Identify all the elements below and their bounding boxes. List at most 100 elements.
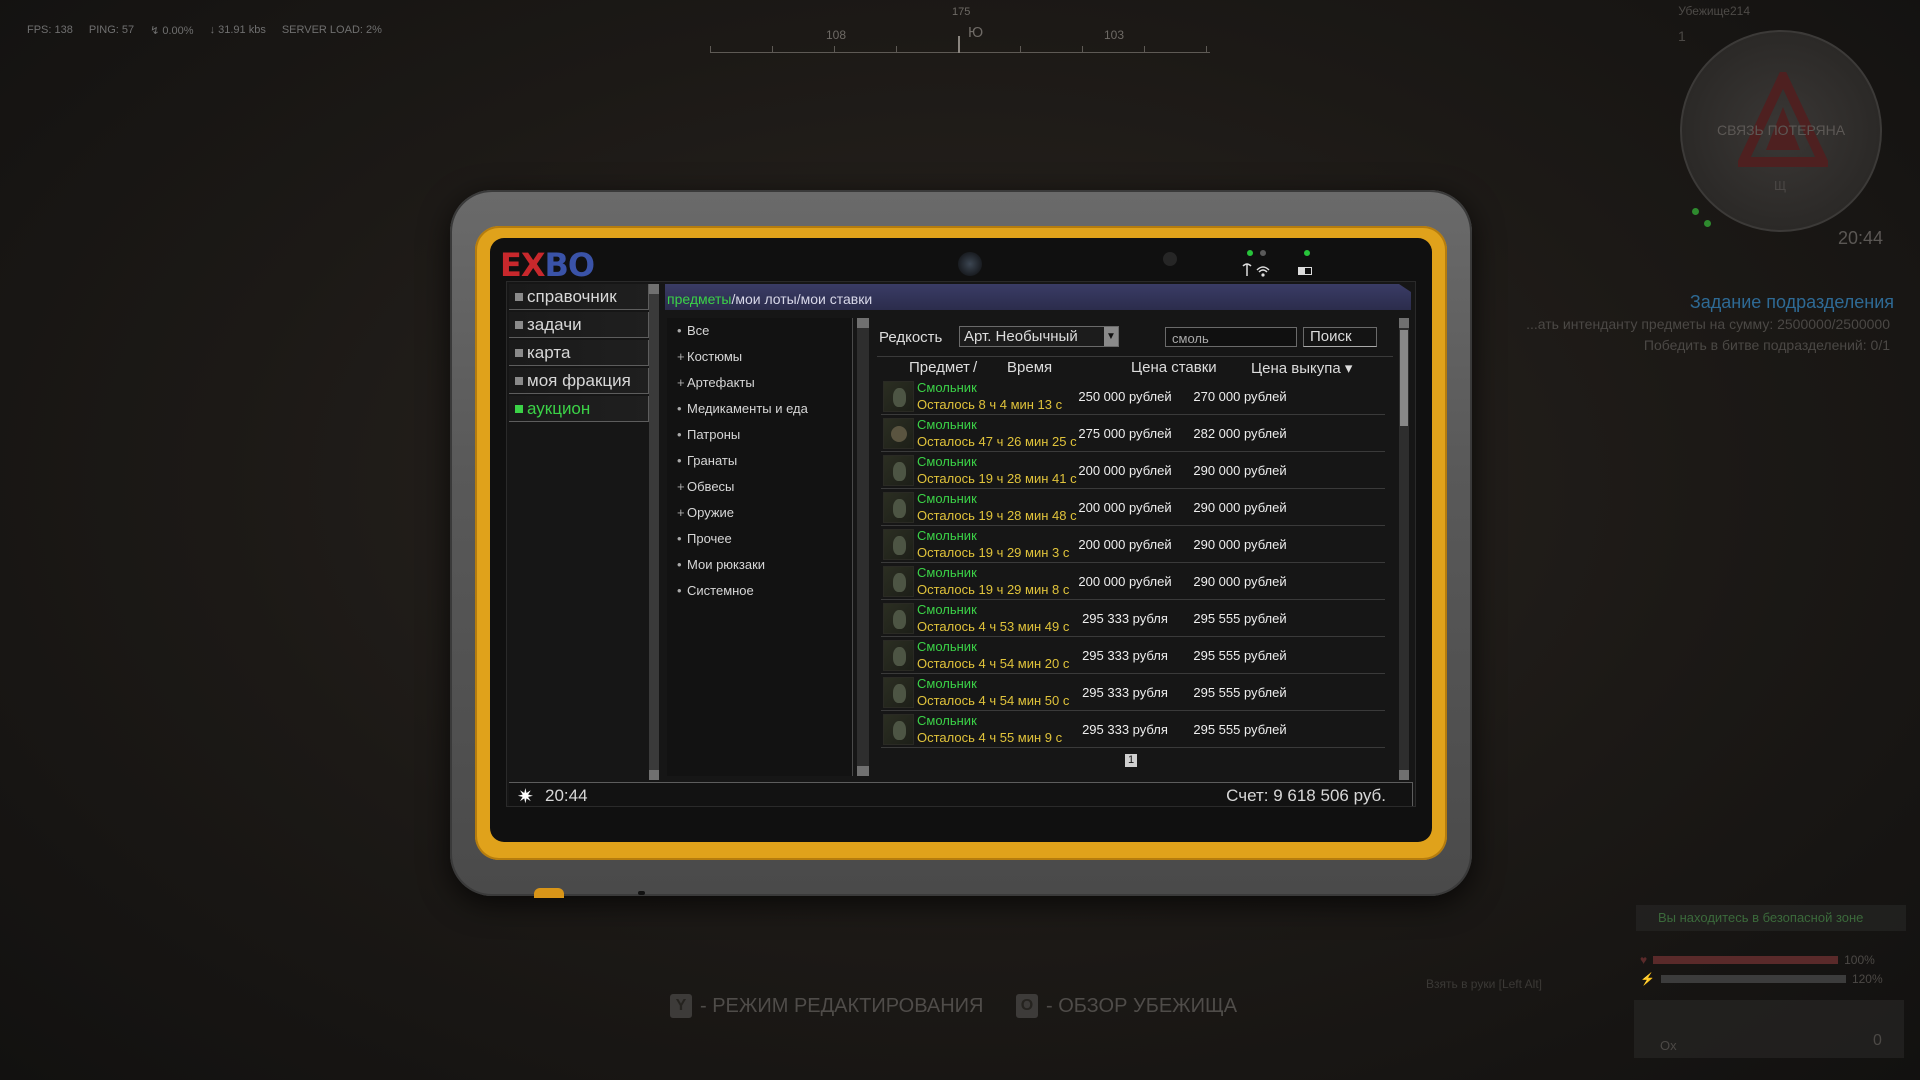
scroll-down-icon[interactable] [857, 766, 869, 776]
category-item[interactable]: • Патроны [667, 422, 852, 448]
pda-clock: 20:44 [545, 786, 588, 805]
compass-tick [1020, 46, 1021, 53]
table-row[interactable]: Смольник Осталось 4 ч 54 мин 20 с 295 33… [881, 637, 1385, 674]
sun-icon: ✷ [517, 786, 534, 808]
camera-icon [958, 252, 982, 276]
nav-item-tasks[interactable]: задачи [509, 312, 649, 338]
lot-time: Осталось 19 ч 29 мин 8 с [917, 582, 1070, 597]
dropdown-arrow-icon[interactable]: ▼ [1104, 327, 1118, 346]
table-row[interactable]: Смольник Осталось 19 ч 29 мин 3 с 200 00… [881, 526, 1385, 563]
scroll-up-icon[interactable] [1399, 318, 1409, 328]
category-item[interactable]: • Мои рюкзаки [667, 552, 852, 578]
artifact-icon [883, 714, 914, 745]
lot-bid: 295 333 рубля [1082, 685, 1168, 700]
compass: 175 108 Ю 103 [710, 6, 1210, 58]
col-time[interactable]: Время [1007, 359, 1052, 376]
category-item[interactable]: • Медикаменты и еда [667, 396, 852, 422]
table-row[interactable]: Смольник Осталось 4 ч 53 мин 49 с 295 33… [881, 600, 1385, 637]
antenna-wifi-icon [1242, 263, 1270, 277]
table-scrollbar[interactable] [1399, 318, 1409, 780]
category-item[interactable]: + Оружие [667, 500, 852, 526]
artifact-icon [883, 529, 914, 560]
compass-tick [834, 46, 835, 53]
breadcrumb-my-bids[interactable]: мои ставки [801, 291, 873, 307]
search-button[interactable]: Поиск [1303, 327, 1377, 347]
compass-center-tick [958, 36, 960, 53]
category-item[interactable]: • Гранаты [667, 448, 852, 474]
lot-time: Осталось 19 ч 28 мин 41 с [917, 471, 1077, 486]
compass-heading: 175 [952, 6, 971, 18]
logo-red-part: EX [500, 246, 546, 284]
pda-screen: справочник задачи карта моя фракция аукц… [506, 281, 1416, 808]
artifact-icon [883, 603, 914, 634]
breadcrumb: предметы/мои лоты/мои ставки [665, 284, 1411, 310]
quest-objective: Победить в битве подразделений: 0/1 [1643, 337, 1890, 353]
col-buyout[interactable]: Цена выкупа ▾ [1251, 359, 1352, 377]
category-item[interactable]: + Артефакты [667, 370, 852, 396]
category-item[interactable]: • Системное [667, 578, 852, 604]
scrollbar-thumb[interactable] [1400, 330, 1408, 426]
nav-scrollbar[interactable] [649, 284, 659, 780]
table-header: Предмет / Время Цена ставки Цена выкупа … [877, 356, 1393, 377]
lot-buyout: 290 000 рублей [1193, 463, 1287, 478]
table-row[interactable]: Смольник Осталось 47 ч 26 мин 25 с 275 0… [881, 415, 1385, 452]
tablet-bezel: EXBO справочник задачи карта моя фракция… [490, 238, 1432, 842]
scroll-down-icon[interactable] [1399, 770, 1409, 780]
rarity-select[interactable]: Арт. Необычный ▼ [959, 326, 1119, 347]
lot-buyout: 282 000 рублей [1193, 426, 1287, 441]
table-row[interactable]: Смольник Осталось 8 ч 4 мин 13 с 250 000… [881, 378, 1385, 415]
player-dot-icon [1704, 220, 1711, 227]
lot-name: Смольник [917, 602, 977, 617]
col-item[interactable]: Предмет [909, 359, 970, 376]
page-number-button[interactable]: 1 [1125, 754, 1137, 767]
artifact-icon [883, 455, 914, 486]
traffic-rate: ↓ 31.91 kbs [209, 24, 266, 36]
nav-item-label: аукцион [527, 398, 591, 418]
nav-item-map[interactable]: карта [509, 340, 649, 366]
rarity-label: Редкость [879, 329, 943, 346]
nav-square-icon [515, 376, 523, 385]
lot-buyout: 270 000 рублей [1193, 389, 1287, 404]
lot-time: Осталось 19 ч 29 мин 3 с [917, 545, 1070, 560]
category-item[interactable]: + Обвесы [667, 474, 852, 500]
search-input[interactable] [1165, 327, 1297, 347]
scroll-down-icon[interactable] [649, 770, 659, 780]
breadcrumb-my-lots[interactable]: мои лоты [735, 291, 796, 307]
lot-time: Осталось 4 ч 53 мин 49 с [917, 619, 1070, 634]
artifact-icon [883, 492, 914, 523]
table-row[interactable]: Смольник Осталось 4 ч 54 мин 50 с 295 33… [881, 674, 1385, 711]
lot-buyout: 290 000 рублей [1193, 537, 1287, 552]
col-bid[interactable]: Цена ставки [1131, 359, 1217, 376]
lot-buyout: 295 555 рублей [1193, 611, 1287, 626]
table-row[interactable]: Смольник Осталось 19 ч 28 мин 41 с 200 0… [881, 452, 1385, 489]
table-row[interactable]: Смольник Осталось 4 ч 55 мин 9 с 295 333… [881, 711, 1385, 748]
lot-buyout: 290 000 рублей [1193, 574, 1287, 589]
breadcrumb-items[interactable]: предметы [667, 291, 731, 307]
signal-led-icon [1260, 250, 1266, 256]
lot-name: Смольник [917, 491, 977, 506]
stamina-percent: 120% [1851, 972, 1883, 986]
logo-blue-part: BO [544, 246, 596, 284]
compass-tick [1206, 46, 1207, 53]
category-item[interactable]: + Костюмы [667, 344, 852, 370]
category-item[interactable]: • Все [667, 318, 852, 344]
category-scrollbar[interactable] [857, 318, 869, 776]
nav-item-reference[interactable]: справочник [509, 284, 649, 310]
artifact-icon [883, 566, 914, 597]
lot-buyout: 295 555 рублей [1193, 648, 1287, 663]
minimap[interactable]: СВЯЗЬ ПОТЕРЯНА Щ [1680, 30, 1882, 232]
safe-zone-notice: Вы находитесь в безопасной зоне [1636, 905, 1906, 931]
table-row[interactable]: Смольник Осталось 19 ч 29 мин 8 с 200 00… [881, 563, 1385, 600]
battery-led-icon [1304, 250, 1310, 256]
scroll-up-icon[interactable] [857, 318, 869, 328]
table-row[interactable]: Смольник Осталось 19 ч 28 мин 48 с 200 0… [881, 489, 1385, 526]
scroll-up-icon[interactable] [649, 284, 659, 294]
hint-label: - РЕЖИМ РЕДАКТИРОВАНИЯ [700, 994, 984, 1017]
lot-buyout: 295 555 рублей [1193, 685, 1287, 700]
nav-item-faction[interactable]: моя фракция [509, 368, 649, 394]
lot-time: Осталось 4 ч 54 мин 20 с [917, 656, 1070, 671]
nav-item-auction[interactable]: аукцион [509, 396, 649, 422]
artifact-icon [883, 418, 914, 449]
category-item[interactable]: • Прочее [667, 526, 852, 552]
auction-panel: предметы/мои лоты/мои ставки • Все + Костю… [665, 284, 1411, 780]
